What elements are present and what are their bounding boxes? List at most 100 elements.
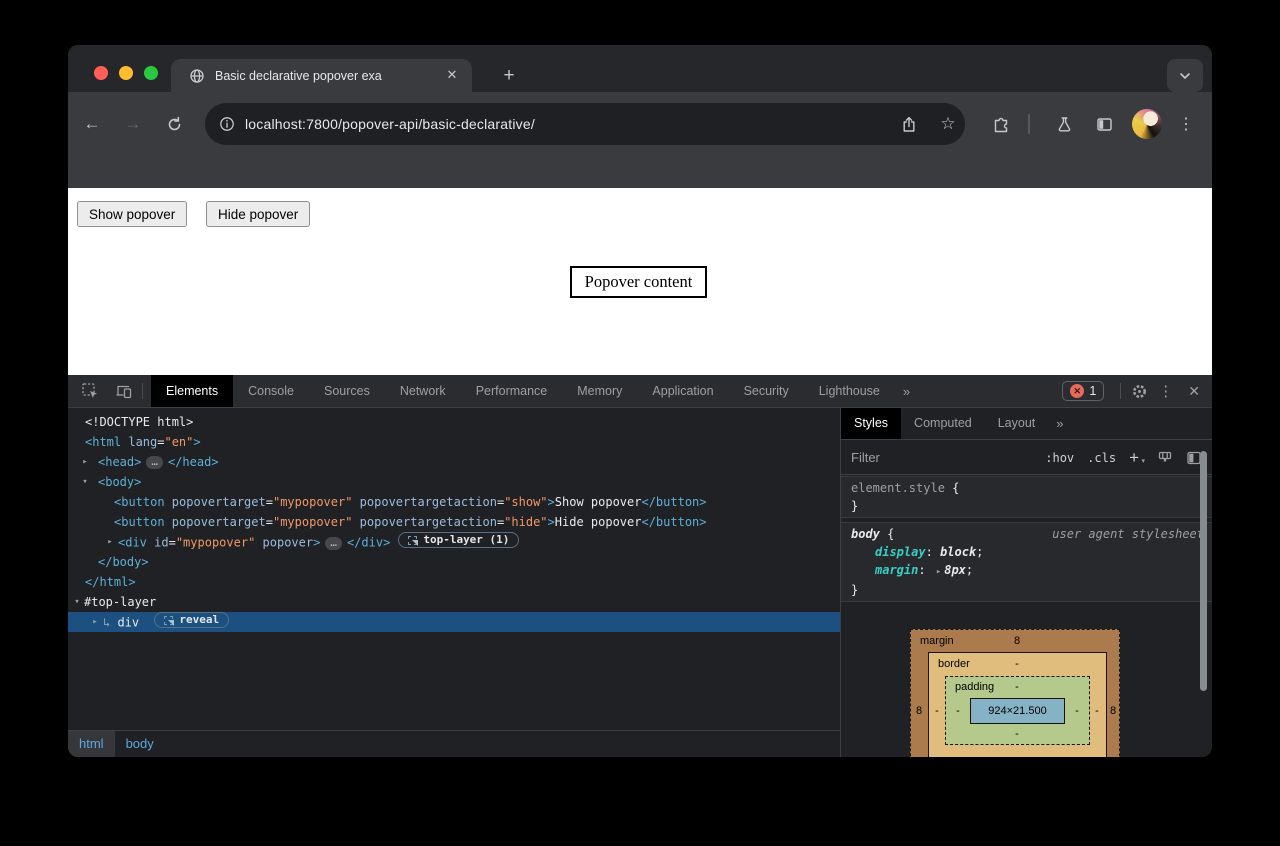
margin-left-value[interactable]: 8 — [916, 705, 922, 717]
devtools-tab-performance[interactable]: Performance — [461, 375, 563, 407]
property-name[interactable]: display — [875, 545, 926, 559]
browser-menu-kebab-icon[interactable]: ⋮ — [1174, 112, 1198, 136]
margin-top-value[interactable]: 8 — [1014, 635, 1020, 647]
error-count: 1 — [1089, 384, 1096, 398]
traffic-minimize-button[interactable] — [119, 66, 133, 80]
expand-arrow-icon[interactable]: ▸ — [105, 532, 115, 552]
css-property-margin[interactable]: margin: ▸8px; — [851, 561, 1204, 581]
padding-bottom-value[interactable]: - — [1015, 728, 1019, 740]
dom-node-row[interactable]: <button popovertarget="mypopover" popove… — [68, 512, 840, 532]
collapse-arrow-icon[interactable]: ▾ — [80, 472, 90, 492]
devtools-tab-security[interactable]: Security — [729, 375, 804, 407]
new-style-rule-button[interactable]: +▾ — [1129, 449, 1144, 466]
dom-node-row[interactable]: ▾<body> — [68, 472, 840, 492]
inspect-element-icon[interactable] — [80, 381, 100, 401]
side-panel-icon[interactable] — [1092, 112, 1116, 136]
padding-right-value[interactable]: - — [1075, 705, 1079, 717]
border-top-value[interactable]: - — [1015, 658, 1019, 670]
site-info-icon[interactable] — [219, 116, 235, 132]
styles-tab-layout[interactable]: Layout — [985, 408, 1049, 439]
expand-arrow-icon[interactable]: ▸ — [80, 452, 90, 472]
rendering-brush-icon[interactable] — [1157, 450, 1173, 466]
dom-node-row[interactable]: ▸↳ div reveal — [68, 612, 840, 632]
profile-avatar[interactable] — [1132, 109, 1162, 139]
extensions-puzzle-icon[interactable] — [989, 112, 1013, 136]
rule-origin: user agent stylesheet — [1052, 525, 1204, 543]
inline-expand-ellipsis-button[interactable]: … — [146, 456, 163, 469]
bookmark-star-icon[interactable]: ☆ — [936, 112, 960, 136]
back-button[interactable]: ← — [80, 112, 104, 136]
devtools-tab-lighthouse[interactable]: Lighthouse — [804, 375, 895, 407]
devtools-tab-sources[interactable]: Sources — [309, 375, 385, 407]
styles-tab-styles[interactable]: Styles — [841, 408, 901, 439]
device-toolbar-icon[interactable] — [114, 381, 134, 401]
breadcrumb-item-html[interactable]: html — [68, 731, 115, 757]
css-property-display[interactable]: display: block; — [851, 543, 1204, 561]
styles-more-tabs-chevrons[interactable]: » — [1048, 416, 1071, 431]
collapse-arrow-icon[interactable]: ▾ — [72, 592, 82, 612]
css-rule-element.style[interactable]: element.style {} — [841, 476, 1212, 518]
styles-toggle-cls[interactable]: .cls — [1087, 451, 1116, 465]
styles-filter-input[interactable] — [851, 450, 1032, 465]
css-rule-body[interactable]: body {user agent stylesheetdisplay: bloc… — [841, 522, 1212, 602]
show-popover-button[interactable]: Show popover — [77, 201, 187, 227]
margin-right-value[interactable]: 8 — [1110, 705, 1116, 717]
url-text[interactable]: localhost:7800/popover-api/basic-declara… — [245, 116, 535, 132]
styles-scrollbar-thumb[interactable] — [1200, 451, 1207, 691]
forward-button[interactable]: → — [121, 112, 145, 136]
padding-top-value[interactable]: - — [1015, 681, 1019, 693]
code-token: popovertarget — [165, 515, 266, 529]
experiments-flask-icon[interactable] — [1052, 112, 1076, 136]
box-model-diagram[interactable]: 924×21.500 margin 8 border - padding - 8… — [905, 629, 1126, 757]
hide-popover-button[interactable]: Hide popover — [206, 201, 310, 227]
devtools-settings-gear-icon[interactable] — [1129, 381, 1149, 401]
new-tab-button[interactable]: + — [498, 65, 520, 87]
dom-node-row[interactable]: </html> — [68, 572, 840, 592]
styles-tab-computed[interactable]: Computed — [901, 408, 985, 439]
adorner-badge[interactable]: reveal — [154, 612, 229, 628]
tab-close-icon[interactable]: ✕ — [444, 67, 460, 83]
devtools-tab-elements[interactable]: Elements — [151, 375, 233, 407]
property-value[interactable]: block — [940, 545, 976, 559]
tab-search-chevron-button[interactable] — [1167, 59, 1203, 92]
rule-selector[interactable]: element.style — [851, 481, 945, 495]
code-token: </body> — [98, 555, 149, 569]
border-left-value[interactable]: - — [935, 705, 939, 717]
more-tabs-chevrons[interactable]: » — [895, 384, 918, 399]
property-expand-arrow-icon[interactable]: ▸ — [936, 567, 941, 577]
inline-expand-ellipsis-button[interactable]: … — [325, 537, 342, 550]
devtools-menu-kebab-icon[interactable]: ⋮ — [1149, 382, 1182, 400]
traffic-close-button[interactable] — [94, 66, 108, 80]
dom-tree: <!DOCTYPE html><html lang="en">▸<head>…<… — [68, 412, 840, 632]
devtools-close-icon[interactable]: ✕ — [1182, 383, 1212, 400]
box-model-content[interactable]: 924×21.500 — [970, 698, 1065, 724]
expand-arrow-icon[interactable]: ▸ — [90, 612, 100, 632]
border-right-value[interactable]: - — [1095, 705, 1099, 717]
property-value[interactable]: 8px — [944, 563, 966, 577]
padding-left-value[interactable]: - — [956, 705, 960, 717]
share-icon[interactable] — [897, 112, 921, 136]
traffic-maximize-button[interactable] — [144, 66, 158, 80]
rule-selector[interactable]: body — [851, 527, 880, 541]
code-token: div — [117, 616, 146, 630]
dom-node-row[interactable]: <!DOCTYPE html> — [68, 412, 840, 432]
reload-button[interactable] — [162, 112, 186, 136]
styles-toggle-hov[interactable]: :hov — [1045, 451, 1074, 465]
dom-node-row[interactable]: ▾#top-layer — [68, 592, 840, 612]
devtools-tab-network[interactable]: Network — [385, 375, 461, 407]
dom-node-row[interactable]: <html lang="en"> — [68, 432, 840, 452]
styles-toggle-group: :hov .cls — [1045, 451, 1116, 465]
breadcrumb-item-body[interactable]: body — [115, 731, 165, 757]
adorner-badge[interactable]: top-layer (1) — [398, 532, 519, 548]
browser-tab[interactable]: Basic declarative popover exa ✕ — [171, 59, 472, 92]
dom-node-row[interactable]: <button popovertarget="mypopover" popove… — [68, 492, 840, 512]
url-bar[interactable]: localhost:7800/popover-api/basic-declara… — [205, 103, 965, 145]
property-name[interactable]: margin — [875, 563, 918, 577]
devtools-tab-application[interactable]: Application — [637, 375, 728, 407]
issues-error-badge[interactable]: ✕ 1 — [1062, 381, 1104, 401]
dom-node-row[interactable]: </body> — [68, 552, 840, 572]
dom-node-row[interactable]: ▸<div id="mypopover" popover>…</div>top-… — [68, 532, 840, 552]
dom-node-row[interactable]: ▸<head>…</head> — [68, 452, 840, 472]
devtools-tab-console[interactable]: Console — [233, 375, 309, 407]
devtools-tab-memory[interactable]: Memory — [562, 375, 637, 407]
